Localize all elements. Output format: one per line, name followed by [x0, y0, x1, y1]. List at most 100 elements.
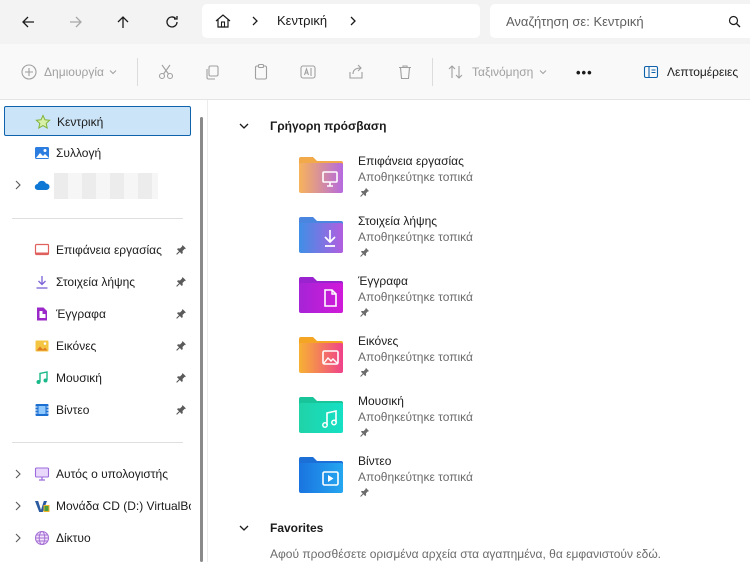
- folder-name: Βίντεο: [358, 454, 392, 468]
- folder-status: Αποθηκεύτηκε τοπικά: [358, 170, 473, 184]
- chevron-right-icon[interactable]: [348, 15, 358, 27]
- scissors-icon: [158, 64, 174, 80]
- share-button[interactable]: [347, 62, 365, 82]
- more-options-button[interactable]: •••: [576, 62, 593, 82]
- rename-icon: [300, 65, 316, 79]
- video-icon: [35, 404, 49, 416]
- command-separator: [432, 58, 433, 86]
- create-button[interactable]: Δημιουργία: [20, 62, 117, 82]
- chevron-right-icon[interactable]: [14, 180, 22, 190]
- pin-icon: [360, 307, 370, 317]
- sort-icon: [448, 65, 463, 79]
- pin-icon[interactable]: [176, 308, 187, 319]
- sidebar-scrollbar[interactable]: [200, 117, 203, 562]
- sidebar-item-documents[interactable]: Έγγραφα: [4, 299, 191, 329]
- quick-access-item-videos[interactable]: Βίντεο Αποθηκεύτηκε τοπικά: [298, 454, 598, 510]
- command-separator: [137, 58, 138, 86]
- onedrive-cloud-icon: [34, 180, 50, 191]
- sidebar-item-cd-drive[interactable]: Μονάδα CD (D:) VirtualBox: [4, 491, 191, 521]
- chevron-down-icon: [539, 70, 547, 75]
- chevron-down-icon: [109, 70, 117, 75]
- pin-icon[interactable]: [176, 404, 187, 415]
- quick-access-title: Γρήγορη πρόσβαση: [270, 119, 387, 133]
- sidebar-item-label: Συλλογή: [56, 146, 102, 160]
- chevron-right-icon[interactable]: [14, 501, 22, 511]
- pin-icon: [360, 187, 370, 197]
- redacted-account-name: [54, 173, 158, 199]
- details-pane-icon: [643, 65, 659, 79]
- music-icon: [36, 371, 48, 384]
- folder-name: Επιφάνεια εργασίας: [358, 154, 464, 168]
- cut-button[interactable]: [157, 62, 175, 82]
- pin-icon[interactable]: [176, 340, 187, 351]
- clipboard-icon: [254, 63, 268, 80]
- sidebar-divider: [12, 218, 183, 219]
- quick-access-item-pictures[interactable]: Εικόνες Αποθηκεύτηκε τοπικά: [298, 334, 598, 390]
- quick-access-item-downloads[interactable]: Στοιχεία λήψης Αποθηκεύτηκε τοπικά: [298, 214, 598, 270]
- pictures-icon: [35, 340, 49, 352]
- pin-icon: [360, 427, 370, 437]
- folder-name: Έγγραφα: [358, 274, 408, 288]
- sidebar-item-label: Έγγραφα: [56, 307, 106, 321]
- pin-icon[interactable]: [176, 244, 187, 255]
- search-icon: [728, 15, 741, 28]
- quick-access-header[interactable]: Γρήγορη πρόσβαση: [238, 119, 386, 133]
- pin-icon[interactable]: [176, 372, 187, 383]
- favorites-empty-message: Αφού προσθέσετε ορισμένα αρχεία στα αγαπ…: [270, 547, 662, 561]
- refresh-icon: [166, 16, 178, 28]
- sidebar-item-this-pc[interactable]: Αυτός ο υπολογιστής: [4, 459, 191, 489]
- desktop-folder-icon: [299, 157, 343, 193]
- sidebar-item-label: Βίντεο: [56, 403, 90, 417]
- chevron-right-icon[interactable]: [14, 469, 22, 479]
- details-button[interactable]: Λεπτομέρειες: [643, 62, 738, 82]
- sidebar-item-home[interactable]: Κεντρική: [4, 106, 191, 136]
- computer-icon: [34, 467, 50, 481]
- chevron-down-icon: [239, 525, 249, 531]
- arrow-left-icon: [22, 16, 34, 28]
- gallery-icon: [35, 147, 49, 159]
- paste-button[interactable]: [252, 62, 270, 82]
- documents-folder-icon: [299, 277, 343, 313]
- sort-label: Ταξινόμηση: [472, 65, 534, 79]
- breadcrumb-home[interactable]: Κεντρική: [277, 13, 327, 28]
- folder-name: Εικόνες: [358, 334, 399, 348]
- sidebar-item-gallery[interactable]: Συλλογή: [4, 138, 191, 168]
- home-star-icon: [35, 114, 51, 129]
- forward-button[interactable]: [62, 8, 90, 36]
- sidebar-item-downloads[interactable]: Στοιχεία λήψης: [4, 267, 191, 297]
- back-button[interactable]: [14, 8, 42, 36]
- copy-button[interactable]: [203, 62, 221, 82]
- videos-folder-icon: [299, 457, 343, 493]
- quick-access-item-music[interactable]: Μουσική Αποθηκεύτηκε τοπικά: [298, 394, 598, 450]
- sidebar-item-videos[interactable]: Βίντεο: [4, 395, 191, 425]
- sidebar-item-desktop[interactable]: Επιφάνεια εργασίας: [4, 235, 191, 265]
- up-button[interactable]: [109, 8, 137, 36]
- home-icon: [215, 14, 231, 28]
- favorites-header[interactable]: Favorites: [238, 521, 323, 535]
- sidebar-item-pictures[interactable]: Εικόνες: [4, 331, 191, 361]
- pin-icon[interactable]: [176, 276, 187, 287]
- quick-access-item-documents[interactable]: Έγγραφα Αποθηκεύτηκε τοπικά: [298, 274, 598, 330]
- sidebar-item-music[interactable]: Μουσική: [4, 363, 191, 393]
- downloads-folder-icon: [299, 217, 343, 253]
- search-box[interactable]: Αναζήτηση σε: Κεντρική: [490, 4, 750, 38]
- download-icon: [36, 276, 48, 289]
- sidebar-item-label: Επιφάνεια εργασίας: [56, 243, 162, 257]
- sidebar-item-label: Κεντρική: [57, 115, 104, 129]
- sort-button[interactable]: Ταξινόμηση: [447, 62, 547, 82]
- rename-button[interactable]: [299, 62, 317, 82]
- trash-icon: [399, 65, 411, 80]
- pin-icon: [360, 487, 370, 497]
- chevron-right-icon[interactable]: [14, 533, 22, 543]
- chevron-right-icon[interactable]: [250, 15, 260, 27]
- delete-button[interactable]: [396, 62, 414, 82]
- favorites-title: Favorites: [270, 521, 324, 535]
- refresh-button[interactable]: [158, 8, 186, 36]
- navigation-bar: Κεντρική Αναζήτηση σε: Κεντρική: [0, 0, 750, 44]
- details-label: Λεπτομέρειες: [667, 65, 739, 79]
- sidebar-item-network[interactable]: Δίκτυο: [4, 523, 191, 553]
- network-globe-icon: [34, 530, 50, 546]
- address-bar[interactable]: Κεντρική: [202, 4, 480, 38]
- quick-access-item-desktop[interactable]: Επιφάνεια εργασίας Αποθηκεύτηκε τοπικά: [298, 154, 598, 210]
- plus-circle-icon: [21, 64, 37, 80]
